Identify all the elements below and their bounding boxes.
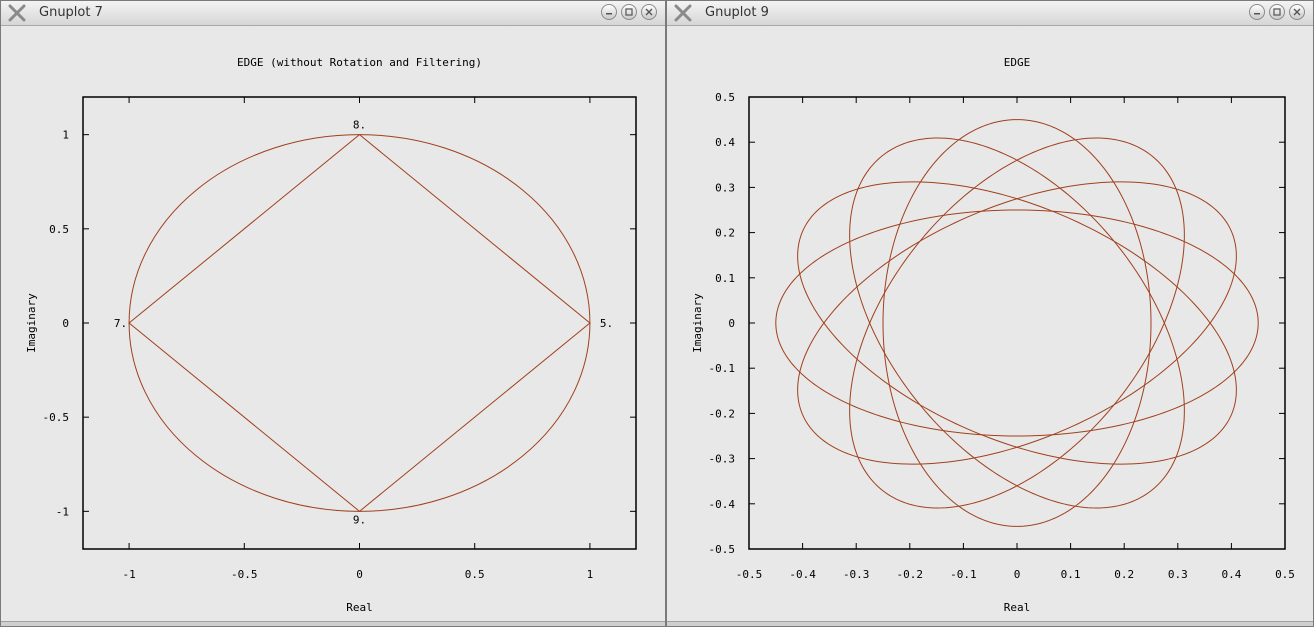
y-tick-label: 1: [62, 129, 69, 142]
point-label: 9.: [353, 513, 366, 526]
x-tick-label: -0.5: [231, 568, 258, 581]
close-icon: [645, 8, 653, 16]
x-tick-label: -0.3: [843, 568, 870, 581]
gnuplot-x-icon: [8, 4, 26, 22]
rotated-ellipse-series: [775, 209, 1259, 437]
y-tick-label: -0.4: [709, 498, 736, 511]
point-label: 8.: [353, 119, 366, 132]
gnuplot-x-icon: [674, 4, 692, 22]
window-resize-edge[interactable]: [1, 621, 665, 626]
y-tick-label: -0.1: [709, 362, 736, 375]
point-label: 7.: [114, 317, 127, 330]
y-tick-label: -0.5: [709, 543, 736, 556]
close-button[interactable]: [1289, 4, 1305, 20]
y-tick-label: 0.2: [715, 227, 735, 240]
rotated-ellipse-series: [849, 137, 1185, 509]
y-tick-label: 0: [62, 317, 69, 330]
chart-title: EDGE: [1004, 56, 1031, 69]
y-axis-label: Imaginary: [691, 293, 704, 353]
minimize-icon: [606, 13, 612, 15]
window-title: Gnuplot 9: [705, 5, 769, 20]
close-icon: [1293, 8, 1301, 16]
y-tick-label: 0: [728, 317, 735, 330]
y-tick-label: 0.4: [715, 136, 735, 149]
x-tick-label: -0.5: [736, 568, 763, 581]
plot-frame: [748, 96, 1286, 550]
x-axis-label: Real: [346, 601, 373, 614]
x-tick-label: -1: [122, 568, 135, 581]
maximize-icon: [625, 8, 633, 16]
window-titlebar[interactable]: Gnuplot 9: [667, 1, 1313, 26]
x-tick-label: 0: [356, 568, 363, 581]
x-axis-label: Real: [1004, 601, 1031, 614]
x-tick-label: 0.2: [1114, 568, 1134, 581]
window-title: Gnuplot 7: [39, 5, 103, 20]
x-tick-label: -0.1: [950, 568, 977, 581]
unit-circle-series: [128, 134, 591, 512]
rotated-ellipse-series: [797, 181, 1237, 465]
plot-frame: [82, 96, 637, 550]
x-tick-label: 0.5: [465, 568, 485, 581]
y-tick-label: 0.5: [715, 91, 735, 104]
x-tick-label: 0.4: [1221, 568, 1241, 581]
x-tick-label: 1: [587, 568, 594, 581]
x-tick-label: 0.1: [1061, 568, 1081, 581]
maximize-button[interactable]: [621, 4, 637, 20]
y-tick-label: -1: [56, 505, 69, 518]
minimize-icon: [1254, 13, 1260, 15]
maximize-button[interactable]: [1269, 4, 1285, 20]
x-tick-label: 0: [1014, 568, 1021, 581]
point-label: 5.: [600, 317, 613, 330]
y-tick-label: -0.5: [43, 411, 70, 424]
chart-title: EDGE (without Rotation and Filtering): [237, 56, 482, 69]
plot-canvas-left: EDGE (without Rotation and Filtering) Rea…: [25, 56, 637, 614]
y-tick-label: 0.3: [715, 181, 735, 194]
y-tick-label: -0.2: [709, 407, 736, 420]
rotated-ellipse-series: [849, 137, 1185, 509]
y-tick-label: 0.5: [49, 223, 69, 236]
window-titlebar[interactable]: Gnuplot 7: [1, 1, 665, 26]
maximize-icon: [1273, 8, 1281, 16]
diamond-series: [128, 134, 591, 512]
x-tick-label: 0.3: [1168, 568, 1188, 581]
close-button[interactable]: [641, 4, 657, 20]
x-tick-label: -0.2: [897, 568, 924, 581]
rotated-ellipse-series: [882, 119, 1152, 527]
rotated-ellipse-series: [797, 181, 1237, 465]
x-tick-label: 0.5: [1275, 568, 1295, 581]
gnuplot-window-right: Gnuplot 9 EDGE Real Imaginary -0.5 -0.4 -0.3 -…: [666, 0, 1314, 627]
y-axis-label: Imaginary: [25, 293, 38, 353]
minimize-button[interactable]: [1249, 4, 1265, 20]
plot-canvas-right: EDGE Real Imaginary -0.5 -0.4 -0.3 -0.2 -0.1 0 0.…: [691, 56, 1295, 614]
minimize-button[interactable]: [601, 4, 617, 20]
x-tick-label: -0.4: [789, 568, 816, 581]
y-tick-label: 0.1: [715, 272, 735, 285]
gnuplot-window-left: Gnuplot 7 EDGE (without Rotation and Fil…: [0, 0, 666, 627]
window-resize-edge[interactable]: [667, 621, 1313, 626]
y-tick-label: -0.3: [709, 453, 736, 466]
